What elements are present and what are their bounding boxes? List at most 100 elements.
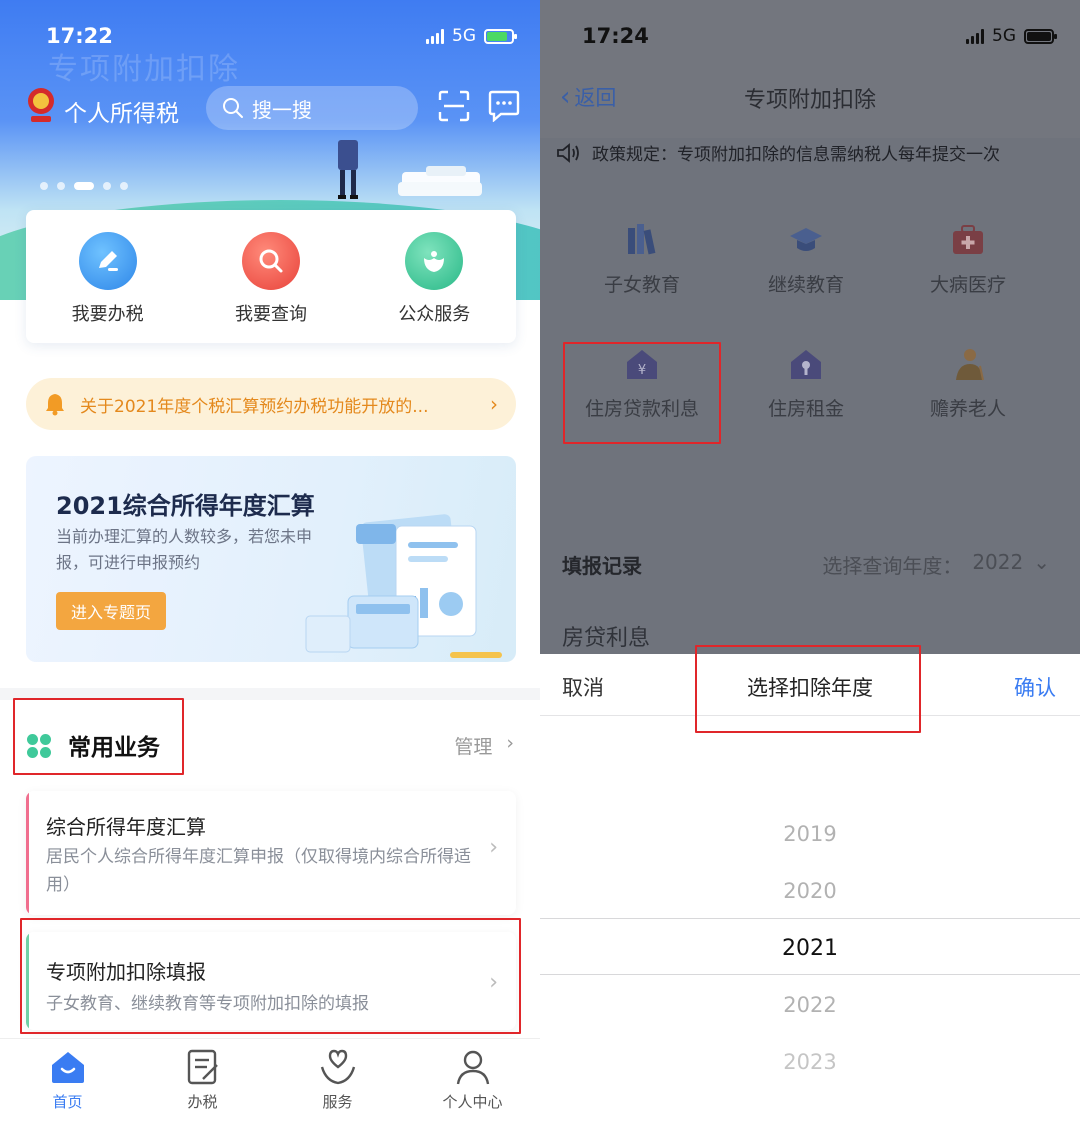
person-illustration-icon [338,140,358,199]
carousel-dot[interactable] [120,182,128,190]
network-label: 5G [452,26,476,46]
picker-selection-line [540,974,1080,975]
right-phone-screen: 17:24 5G 专项附加扣除 ‹ 返回 政策规定：专项附加扣除的信息需纳税人每… [540,0,1080,1137]
policy-text: 政策规定：专项附加扣除的信息需纳税人每年提交一次 [592,145,1000,165]
query-year-value: 2022 [972,550,1024,574]
quick-action-public-service[interactable]: 公众服务 [374,232,494,343]
category-label: 住房租金 [767,398,844,420]
manage-label: 管理 [454,736,493,758]
chevron-down-icon: ⌄ [1033,550,1050,574]
edit-icon [98,251,118,271]
category-housing-rent[interactable]: 住房租金 [726,346,886,421]
chevron-right-icon: › [506,732,514,754]
quick-actions-card: 我要办税 我要查询 公众服务 [26,210,516,343]
status-time: 17:22 [46,24,113,48]
carousel-dots[interactable] [40,182,128,190]
confirm-button[interactable]: 确认 [1014,672,1056,702]
records-title: 填报记录 [562,554,642,578]
quick-action-tax[interactable]: 我要办税 [48,232,168,343]
card-description: 居民个人综合所得年度汇算申报（仅取得境内综合所得适用） [46,847,471,895]
medical-kit-icon [953,225,983,254]
carousel-dot[interactable] [40,182,48,190]
category-serious-illness[interactable]: 大病医疗 [888,222,1048,297]
quick-action-icon-wrap [405,232,464,290]
graduation-cap-icon [790,228,822,251]
category-elderly-support[interactable]: 赡养老人 [888,346,1048,421]
person-icon [456,1050,489,1085]
highlight-box [13,698,184,775]
quick-action-icon-wrap [241,232,300,290]
quick-action-label: 我要查询 [234,304,307,325]
tab-label: 办税 [187,1093,218,1111]
cancel-button[interactable]: 取消 [562,672,604,702]
chevron-right-icon: › [490,392,498,416]
tab-personal-center[interactable]: 个人中心 [418,1047,528,1137]
promo-banner[interactable]: 2021综合所得年度汇算 当前办理汇算的人数较多，若您未申报，可进行申报预约 进… [26,456,516,662]
carousel-dot[interactable] [57,182,65,190]
category-label: 大病医疗 [929,274,1006,296]
battery-icon [1024,28,1057,44]
documents-calculator-illustration-icon [305,514,502,658]
category-label: 子女教育 [603,274,680,296]
carousel-dot-active[interactable] [74,182,94,190]
status-bar-right: 5G [966,26,1057,46]
screenshot-frame: 专项附加扣除 17:22 5G 个人所得税 搜一搜 我要办税 我要查询 公众服务… [0,0,1080,1137]
quick-action-icon-wrap [78,232,137,290]
carousel-dot[interactable] [103,182,111,190]
category-label: 继续教育 [767,274,844,296]
books-icon [628,224,656,255]
picker-option[interactable]: 2022 [540,993,1080,1017]
picker-option[interactable]: 2023 [540,1050,1080,1074]
enter-topic-button[interactable]: 进入专题页 [56,592,166,630]
highlight-box [563,342,721,444]
query-year-label: 选择查询年度： [822,554,963,578]
tab-label: 服务 [322,1093,353,1111]
quick-action-label: 我要办税 [71,304,144,325]
document-icon [187,1049,218,1085]
chevron-right-icon: › [489,835,498,860]
card-title: 综合所得年度汇算 [46,815,206,839]
picker-option-selected[interactable]: 2021 [540,936,1080,961]
manage-link[interactable]: 管理 › [454,732,514,759]
tab-label: 个人中心 [442,1093,503,1111]
picker-option[interactable]: 2019 [540,822,1080,846]
picker-selection-line [540,918,1080,919]
left-phone-screen: 专项附加扣除 17:22 5G 个人所得税 搜一搜 我要办税 我要查询 公众服务… [0,0,540,1137]
tab-home[interactable]: 首页 [13,1047,123,1137]
house-key-icon [791,350,821,379]
quick-action-label: 公众服务 [398,304,471,325]
nav-area [540,0,1080,138]
elder-icon [956,349,984,381]
category-label: 赡养老人 [929,398,1006,420]
picker-option[interactable]: 2020 [540,879,1080,903]
back-label: 返回 [574,86,617,110]
quick-action-query[interactable]: 我要查询 [211,232,331,343]
heart-hands-icon [320,1049,355,1085]
app-header: 个人所得税 搜一搜 [0,80,540,140]
message-icon[interactable] [487,90,521,122]
policy-notice: 政策规定：专项附加扣除的信息需纳税人每年提交一次 [556,140,1000,165]
national-emblem-icon [28,88,54,122]
service-card-annual-settlement[interactable]: 综合所得年度汇算 居民个人综合所得年度汇算申报（仅取得境内综合所得适用） › [26,791,516,915]
battery-charging-icon [484,28,517,44]
network-label: 5G [992,26,1016,46]
notice-bar[interactable]: 关于2021年度个税汇算预约办税功能开放的... › [26,378,516,430]
back-button[interactable]: ‹ 返回 [560,82,616,112]
speaker-icon [557,142,579,163]
search-bar[interactable]: 搜一搜 [206,86,418,130]
papers-illustration-icon [398,166,482,196]
category-children-education[interactable]: 子女教育 [562,222,722,297]
scan-icon[interactable] [438,90,470,122]
bell-icon [46,394,64,416]
tab-label: 首页 [52,1093,83,1111]
highlight-box [695,645,921,733]
highlight-box [20,918,521,1034]
category-continuing-education[interactable]: 继续教育 [726,222,886,297]
tab-service[interactable]: 服务 [283,1047,393,1137]
loan-interest-title: 房贷利息 [562,626,651,651]
query-year-selector[interactable]: 选择查询年度： 2022 ⌄ [822,550,1050,579]
chevron-left-icon: ‹ [560,82,571,112]
tab-tax[interactable]: 办税 [148,1047,258,1137]
search-icon [223,98,243,118]
notice-text: 关于2021年度个税汇算预约办税功能开放的... [80,396,429,417]
